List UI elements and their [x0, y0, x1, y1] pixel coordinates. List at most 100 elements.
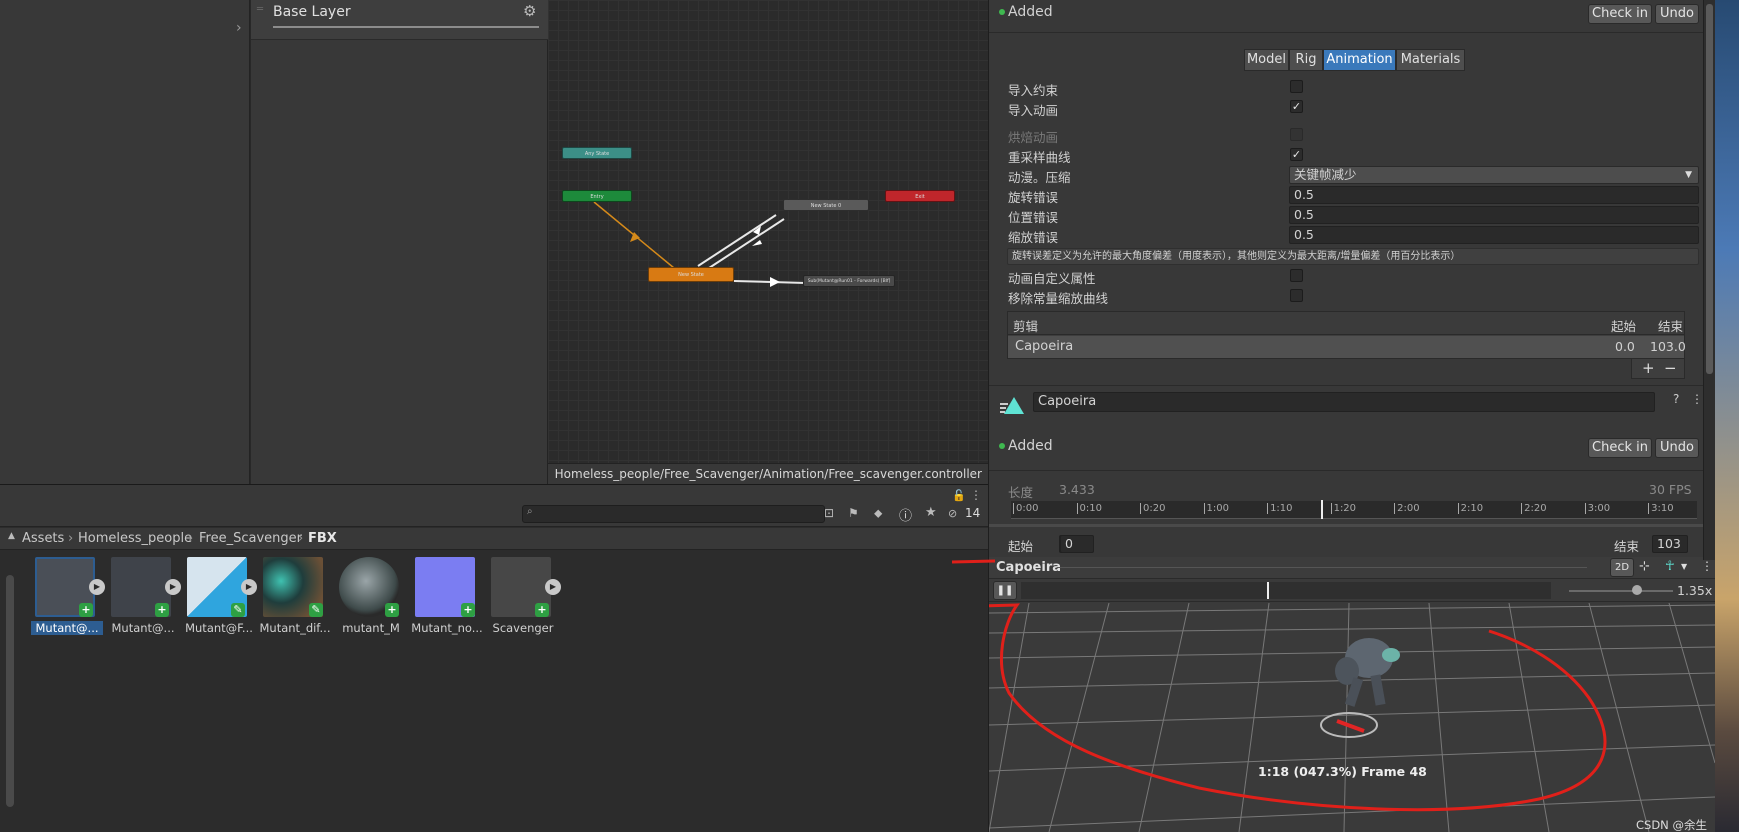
- drag-handle-icon[interactable]: ═: [257, 4, 263, 15]
- rotation-error-field[interactable]: 0.5: [1289, 186, 1699, 204]
- check-in-button[interactable]: Check in: [1588, 4, 1652, 24]
- compression-value: 关键帧减少: [1294, 167, 1357, 182]
- entry-node[interactable]: Entry: [562, 190, 632, 202]
- more-menu-icon[interactable]: ⋮: [1701, 559, 1713, 573]
- default-state-node[interactable]: New State: [648, 267, 734, 282]
- animator-graph[interactable]: Any State Entry Exit New State 0 New Sta…: [548, 0, 988, 484]
- scale-error-field[interactable]: 0.5: [1289, 226, 1699, 244]
- breadcrumb-current: FBX: [308, 531, 337, 546]
- frame-info: 1:18 (047.3%) Frame 48: [1258, 764, 1427, 779]
- more-menu-icon[interactable]: ⋮: [970, 488, 982, 502]
- play-icon[interactable]: ▶: [89, 579, 105, 595]
- project-scrollbar[interactable]: [6, 575, 14, 807]
- edit-badge-icon: ✎: [309, 603, 323, 617]
- start-input[interactable]: 0: [1060, 535, 1094, 553]
- scrubber-playhead[interactable]: [1267, 582, 1269, 599]
- compression-dropdown[interactable]: 关键帧减少 ▼: [1289, 166, 1699, 184]
- position-error-field[interactable]: 0.5: [1289, 206, 1699, 224]
- breadcrumb-assets[interactable]: Assets: [22, 531, 64, 546]
- favorite-star-icon[interactable]: ★: [925, 505, 937, 520]
- asset-label: Mutant_dif...: [259, 621, 331, 635]
- timeline-tick-label: 0:00: [1013, 503, 1038, 514]
- timeline-playhead[interactable]: [1321, 500, 1323, 519]
- filter-type-icon[interactable]: ⚑: [848, 506, 859, 520]
- state-node-new-state-0[interactable]: New State 0: [783, 199, 869, 211]
- timeline-ruler[interactable]: 0:00 0:10 0:20 1:00 1:10 1:20 2:00 2:10 2:20 3:00…: [1011, 500, 1697, 519]
- scrollbar-thumb[interactable]: [1706, 4, 1713, 374]
- collapse-icon[interactable]: ▲: [8, 531, 15, 541]
- remove-clip-icon[interactable]: −: [1664, 359, 1677, 377]
- timeline-tick-label: 0:10: [1076, 503, 1102, 514]
- timeline-tick-label: 2:20: [1521, 503, 1547, 514]
- tab-materials[interactable]: Materials: [1396, 49, 1465, 71]
- speed-slider[interactable]: [1569, 590, 1673, 592]
- controller-path: Homeless_people/Free_Scavenger/Animation…: [554, 467, 982, 481]
- gear-icon[interactable]: ⚙: [523, 2, 536, 20]
- preview-title: Capoeira: [996, 560, 1062, 575]
- remove-const-scale-label: 移除常量缩放曲线: [1008, 291, 1109, 306]
- more-menu-icon[interactable]: ⋮: [1691, 392, 1703, 406]
- start-label: 起始: [1008, 539, 1034, 554]
- clips-start-col: 起始: [1611, 319, 1637, 334]
- project-panel: 🔓 ⋮ ⌕ ⊡ ⚑ ⬥ ⓘ ★ ⊘ 14 ▲ Assets › Homeless…: [0, 484, 988, 832]
- animation-preview[interactable]: Capoeira 2D ⊹ ☥ ▼ ⋮ ❚❚ 1.35x 1:18 (047.3…: [989, 557, 1715, 832]
- chevron-down-icon: ▼: [1685, 170, 1692, 180]
- resample-curves-checkbox[interactable]: ✓: [1290, 148, 1303, 161]
- layer-name: Base Layer: [273, 4, 351, 20]
- hidden-packages-icon[interactable]: ⊘: [948, 507, 957, 520]
- preview-scrubber[interactable]: [1021, 582, 1551, 599]
- background-sky-strip: [1715, 0, 1739, 832]
- breadcrumb-scavenger[interactable]: Free_Scavenger: [199, 531, 302, 546]
- table-row[interactable]: Capoeira 0.0 103.0: [1008, 336, 1686, 358]
- chevron-down-icon[interactable]: ▼: [1681, 562, 1687, 571]
- layers-sidebar: ›: [0, 0, 250, 484]
- add-clip-icon[interactable]: +: [1642, 359, 1655, 377]
- add-badge-icon: +: [79, 603, 93, 617]
- timeline-tick-label: 1:20: [1330, 503, 1356, 514]
- asset-label: Mutant@F...: [185, 621, 253, 635]
- tab-animation[interactable]: Animation: [1323, 49, 1396, 71]
- any-state-node[interactable]: Any State: [562, 147, 632, 159]
- pivot-icon[interactable]: ⊹: [1639, 559, 1650, 574]
- length-value: 3.433: [1059, 482, 1095, 497]
- play-icon[interactable]: ▶: [545, 579, 561, 595]
- play-icon[interactable]: ▶: [241, 579, 257, 595]
- check-in-button-2[interactable]: Check in: [1588, 438, 1652, 458]
- added-dot-icon: [999, 443, 1005, 449]
- avatar-icon[interactable]: ☥: [1665, 559, 1675, 574]
- lock-icon[interactable]: 🔓: [952, 489, 966, 502]
- tab-rig[interactable]: Rig: [1289, 49, 1323, 71]
- clip-name-field[interactable]: Capoeira: [1033, 392, 1655, 412]
- import-constraints-checkbox[interactable]: [1290, 80, 1303, 93]
- end-input[interactable]: 103: [1652, 535, 1688, 553]
- remove-const-scale-checkbox[interactable]: [1290, 289, 1303, 302]
- play-icon[interactable]: ▶: [165, 579, 181, 595]
- layer-weight-bar[interactable]: [273, 26, 539, 28]
- clip-start: 0.0: [1615, 339, 1635, 354]
- breadcrumb-homeless[interactable]: Homeless_people: [78, 531, 192, 546]
- search-by-type-icon[interactable]: ⊡: [824, 506, 834, 520]
- anim-custom-props-checkbox[interactable]: [1290, 269, 1303, 282]
- resample-curves-label: 重采样曲线: [1008, 150, 1071, 165]
- log-icon[interactable]: ⓘ: [899, 505, 912, 524]
- speed-value: 1.35x: [1677, 583, 1713, 598]
- pause-button[interactable]: ❚❚: [993, 581, 1017, 600]
- speed-slider-handle[interactable]: [1632, 585, 1642, 595]
- expand-chevron-icon[interactable]: ›: [236, 20, 242, 36]
- exit-node[interactable]: Exit: [885, 190, 955, 202]
- import-animation-checkbox[interactable]: ✓: [1290, 100, 1303, 113]
- mode-2d-button[interactable]: 2D: [1610, 558, 1634, 577]
- help-box: 旋转误差定义为允许的最大角度偏差（用度表示），其他则定义为最大距离/增量偏差（用…: [1007, 248, 1699, 265]
- inspector-scrollbar[interactable]: [1703, 0, 1715, 560]
- search-input[interactable]: ⌕: [522, 505, 825, 523]
- timeline-tick-label: 1:00: [1203, 503, 1229, 514]
- filter-label-icon[interactable]: ⬥: [874, 506, 882, 521]
- undo-button[interactable]: Undo: [1655, 4, 1699, 24]
- hidden-count: 14: [965, 506, 981, 520]
- undo-button-2[interactable]: Undo: [1655, 438, 1699, 458]
- blend-state-node[interactable]: Sub(Mutant@Run01 - Forwards) [Blf]: [803, 275, 895, 287]
- tab-model[interactable]: Model: [1244, 49, 1289, 71]
- bake-animation-checkbox: [1290, 128, 1303, 141]
- help-icon[interactable]: ?: [1673, 392, 1679, 406]
- layer-item-base[interactable]: ═ Base Layer ⚙: [251, 0, 548, 40]
